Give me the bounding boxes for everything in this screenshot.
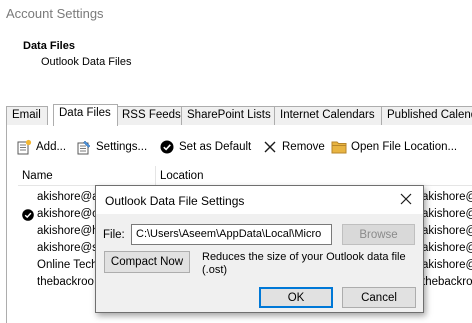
tab-data-files[interactable]: Data Files	[53, 104, 118, 126]
ok-button[interactable]: OK	[259, 287, 333, 308]
settings-button-label: Settings...	[96, 141, 148, 153]
outlook-data-file-settings-dialog: Outlook Data File Settings File: C:\User…	[95, 185, 424, 313]
remove-x-icon	[262, 139, 278, 155]
open-file-location-label: Open File Location...	[351, 141, 458, 153]
set-as-default-button[interactable]: Set as Default	[159, 138, 251, 156]
file-label: File:	[103, 229, 125, 241]
column-header-location[interactable]: Location	[160, 170, 203, 182]
browse-button[interactable]: Browse	[342, 224, 415, 245]
add-data-file-icon	[16, 139, 32, 155]
file-path-field[interactable]: C:\Users\Aseem\AppData\Local\Micro	[131, 224, 332, 245]
tab-published-calendars[interactable]: Published Calend	[381, 106, 472, 125]
data-file-location: thebackroo	[422, 276, 472, 288]
remove-button[interactable]: Remove	[262, 138, 325, 156]
folder-icon	[331, 139, 347, 155]
dialog-title: Outlook Data File Settings	[105, 194, 245, 208]
data-file-location: akishore@	[422, 208, 472, 220]
close-icon[interactable]	[398, 191, 414, 207]
data-file-name: Online Tech	[37, 259, 98, 271]
dialog-titlebar[interactable]: Outlook Data File Settings	[96, 186, 423, 214]
tab-strip: Email Data Files RSS Feeds SharePoint Li…	[6, 104, 472, 126]
compact-now-button[interactable]: Compact Now	[104, 251, 190, 273]
compact-description: Reduces the size of your Outlook data fi…	[202, 251, 406, 276]
column-header-name[interactable]: Name	[22, 170, 53, 182]
add-button[interactable]: Add...	[16, 138, 66, 156]
tab-email[interactable]: Email	[6, 106, 48, 125]
section-subheading: Outlook Data Files	[41, 56, 132, 68]
checkmark-circle-icon	[159, 139, 175, 155]
data-file-name: thebackroo	[37, 276, 94, 288]
tab-internet-calendars[interactable]: Internet Calendars	[274, 106, 382, 125]
data-file-location: akishore@	[422, 259, 472, 271]
data-file-name: akishore@s	[37, 242, 98, 254]
column-divider	[155, 166, 156, 186]
data-file-name: akishore@h	[37, 225, 99, 237]
section-heading: Data Files	[23, 40, 75, 52]
tab-rss-feeds[interactable]: RSS Feeds	[116, 106, 188, 125]
settings-icon	[76, 139, 92, 155]
data-file-location: akishore@	[422, 225, 472, 237]
remove-button-label: Remove	[282, 141, 325, 153]
add-button-label: Add...	[36, 141, 67, 153]
window-title: Account Settings	[6, 6, 104, 21]
data-file-name: akishore@c	[37, 208, 98, 220]
open-file-location-button[interactable]: Open File Location...	[331, 138, 457, 156]
cancel-button[interactable]: Cancel	[342, 287, 416, 308]
data-file-location: akishore@	[422, 242, 472, 254]
settings-button[interactable]: Settings...	[76, 138, 147, 156]
default-checkmark-icon	[22, 209, 34, 221]
data-file-name: akishore@a	[37, 191, 99, 203]
set-as-default-label: Set as Default	[179, 141, 252, 153]
tab-sharepoint-lists[interactable]: SharePoint Lists	[181, 106, 278, 125]
data-file-location: akishore@	[422, 191, 472, 203]
